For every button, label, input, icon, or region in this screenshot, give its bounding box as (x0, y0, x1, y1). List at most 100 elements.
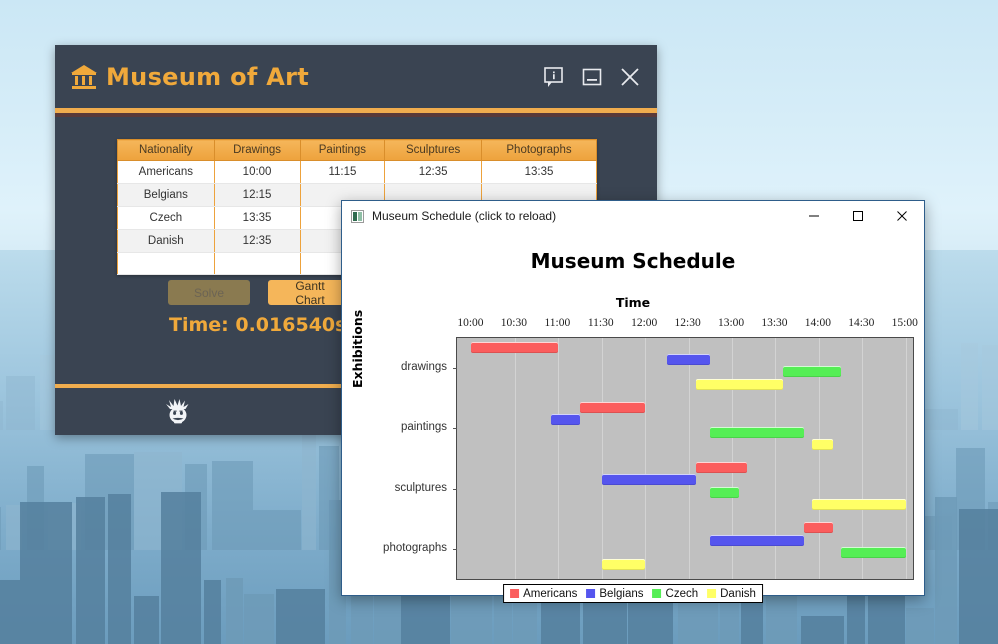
elapsed-time-label: Time: 0.016540s (169, 314, 347, 336)
chart-xaxis-label: Time (615, 295, 651, 310)
gantt-bar-czech-drawings[interactable] (782, 366, 841, 378)
minimize-button[interactable] (792, 201, 836, 231)
table-cell[interactable]: Americans (117, 160, 215, 184)
chart-gridline (688, 338, 690, 579)
maximize-button[interactable] (836, 201, 880, 231)
chart-xtick-row: 10:00 10:30 11:00 11:30 12:00 12:30 13:00 13:30… (342, 317, 924, 333)
chart-ytick-label: paintings (400, 421, 447, 434)
legend-swatch (707, 589, 717, 598)
app-titlebar: Museum of Art (55, 45, 657, 108)
legend-item: Czech (652, 587, 699, 600)
gantt-bar-danish-photographs[interactable] (601, 559, 646, 571)
background-building (225, 578, 243, 644)
chart-xtick-label: 13:30 (761, 317, 788, 329)
legend-swatch (652, 589, 662, 598)
table-cell[interactable]: 10:00 (213, 160, 301, 184)
background-building (76, 496, 105, 644)
app-title: Museum of Art (106, 62, 310, 91)
table-header-sculptures: Sculptures (384, 139, 482, 161)
table-header-paintings: Paintings (299, 139, 386, 161)
background-building (160, 492, 201, 644)
chart-xtick-label: 10:30 (500, 317, 527, 329)
table-cell[interactable]: 11:15 (299, 160, 386, 184)
app-title-group: Museum of Art (71, 63, 541, 91)
chart-gridline (558, 338, 560, 579)
chart-xtick-label: 15:00 (891, 317, 918, 329)
gantt-bar-czech-paintings[interactable] (710, 426, 805, 438)
chart-ytick-mark (453, 428, 457, 430)
legend-label: Belgians (599, 587, 644, 600)
background-building (959, 508, 998, 644)
legend-item: Danish (707, 588, 756, 600)
chart-ytick-mark (453, 488, 457, 490)
button-row: Solve Gantt Chart (168, 279, 352, 307)
gantt-bar-belgians-photographs[interactable] (710, 534, 805, 546)
chart-ytick-label: sculptures (394, 481, 447, 494)
chart-titlebar[interactable]: Museum Schedule (click to reload) (342, 201, 924, 232)
close-button[interactable] (880, 201, 924, 231)
gantt-bar-danish-sculptures[interactable] (811, 499, 906, 511)
chart-gridline (601, 338, 603, 579)
table-cell[interactable] (213, 252, 301, 275)
gantt-bar-americans-sculptures[interactable] (695, 462, 747, 474)
legend-label: Czech (665, 587, 699, 600)
close-icon[interactable] (617, 64, 643, 90)
gantt-bar-danish-paintings[interactable] (811, 438, 834, 450)
gantt-bar-americans-drawings[interactable] (471, 341, 559, 353)
museum-icon (71, 64, 97, 89)
table-cell[interactable]: 12:15 (213, 183, 301, 207)
table-cell[interactable]: 12:35 (384, 160, 482, 184)
chart-xtick-label: 10:00 (457, 317, 484, 329)
table-header-photographs: Photographs (480, 139, 598, 161)
gantt-bar-czech-photographs[interactable] (840, 547, 906, 559)
legend-item: Belgians (586, 587, 644, 600)
chart-xtick-label: 11:00 (544, 317, 571, 329)
background-building (934, 497, 958, 644)
chart-gridline (514, 338, 516, 579)
gantt-bar-americans-paintings[interactable] (580, 401, 646, 413)
table-cell[interactable]: 13:35 (480, 160, 598, 184)
table-row[interactable]: Americans 10:00 11:15 12:35 13:35 (117, 160, 598, 184)
background-building (203, 580, 222, 644)
einstein-face-icon[interactable] (160, 395, 196, 431)
info-icon[interactable] (541, 64, 567, 90)
chart-ytick-mark (453, 548, 457, 550)
background-building (244, 593, 274, 644)
minimize-icon[interactable] (579, 64, 605, 90)
chart-ytick-label: drawings (400, 361, 447, 374)
chart-title: Museum Schedule (530, 249, 736, 273)
gantt-bar-czech-sculptures[interactable] (710, 486, 740, 498)
chart-window-controls (792, 201, 924, 231)
solve-button[interactable]: Solve (168, 280, 250, 305)
gantt-bar-americans-photographs[interactable] (804, 522, 834, 534)
table-cell[interactable]: Belgians (117, 183, 215, 207)
legend-swatch (510, 589, 520, 598)
table-cell[interactable]: 12:35 (213, 229, 301, 253)
chart-legend: Americans Belgians Czech Danish (503, 584, 763, 603)
chart-ytick-label: photographs (383, 541, 447, 554)
table-cell[interactable]: Danish (117, 229, 215, 253)
table-cell[interactable]: 13:35 (213, 206, 301, 230)
gantt-bar-belgians-drawings[interactable] (666, 353, 711, 365)
chart-xtick-label: 12:30 (674, 317, 701, 329)
chart-xtick-label: 11:30 (587, 317, 614, 329)
background-building (276, 589, 325, 644)
table-cell[interactable]: Czech (117, 206, 215, 230)
app-window-controls (541, 64, 643, 90)
gantt-bar-belgians-paintings[interactable] (551, 414, 581, 426)
legend-label: Danish (720, 587, 756, 600)
background-building (801, 616, 845, 644)
table-cell[interactable] (117, 252, 215, 275)
table-header-drawings: Drawings (213, 139, 301, 161)
gantt-bar-danish-drawings[interactable] (695, 378, 783, 390)
chart-xtick-label: 13:00 (717, 317, 745, 329)
chart-gridline (645, 338, 647, 579)
chart-window-title: Museum Schedule (click to reload) (372, 209, 557, 223)
gantt-bar-belgians-sculptures[interactable] (601, 474, 696, 486)
gantt-chart-button[interactable]: Gantt Chart (268, 279, 352, 307)
chart-gridline (862, 338, 864, 579)
chart-xtick-label: 14:30 (848, 317, 875, 329)
chart-gridline (905, 338, 907, 579)
legend-label: Americans (523, 587, 578, 600)
legend-item: Americans (510, 588, 577, 600)
